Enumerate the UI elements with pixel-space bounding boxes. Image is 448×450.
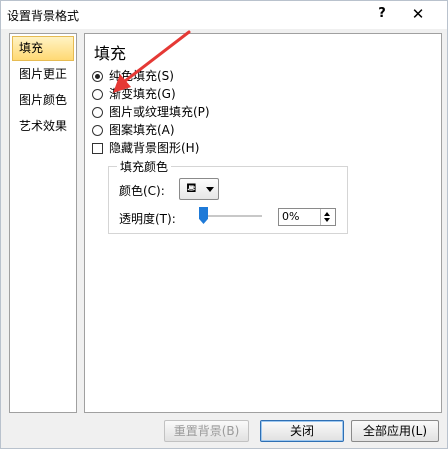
reset-background-button[interactable]: 重置背景(B)	[164, 420, 249, 442]
sidebar-item-picture-corrections[interactable]: 图片更正	[12, 62, 74, 87]
close-icon[interactable]: ✕	[407, 4, 429, 24]
sidebar-item-label: 图片颜色	[19, 93, 68, 107]
help-button[interactable]: ?	[371, 4, 393, 24]
apply-to-all-button[interactable]: 全部应用(L)	[351, 420, 439, 442]
sidebar-item-artistic-effects[interactable]: 艺术效果	[12, 114, 74, 139]
sidebar-item-picture-color[interactable]: 图片颜色	[12, 88, 74, 113]
hide-background-graphics-checkbox[interactable]	[92, 143, 103, 154]
fill-color-legend: 填充颜色	[117, 158, 172, 175]
spin-down-icon[interactable]	[324, 218, 330, 222]
picture-texture-fill-option[interactable]: 图片或纹理填充(P)	[92, 104, 210, 120]
radio-solid-fill[interactable]	[92, 71, 103, 82]
radio-gradient-fill[interactable]	[92, 89, 103, 100]
radio-pattern-fill[interactable]	[92, 125, 103, 136]
gradient-fill-label: 渐变填充(G)	[109, 87, 176, 101]
hide-background-graphics-label: 隐藏背景图形(H)	[109, 141, 200, 155]
spin-up-icon[interactable]	[324, 212, 330, 216]
spinner-buttons	[320, 209, 335, 225]
solid-fill-option[interactable]: 纯色填充(S)	[92, 68, 174, 84]
category-sidebar: 填充 图片更正 图片颜色 艺术效果	[9, 33, 77, 413]
fill-panel: 填充 纯色填充(S) 渐变填充(G) 图片或纹理填充(P) 图案填充(A) 隐藏…	[84, 33, 442, 413]
sidebar-item-label: 图片更正	[19, 67, 68, 81]
sidebar-item-label: 艺术效果	[19, 119, 68, 133]
paint-bucket-icon: ⛾	[186, 181, 197, 196]
hide-background-graphics-option[interactable]: 隐藏背景图形(H)	[92, 140, 199, 156]
color-picker-button[interactable]: ⛾	[179, 178, 219, 200]
section-title: 填充	[94, 44, 127, 63]
sidebar-item-fill[interactable]: 填充	[12, 36, 74, 61]
transparency-label: 透明度(T):	[119, 212, 176, 226]
radio-picture-texture-fill[interactable]	[92, 107, 103, 118]
pattern-fill-option[interactable]: 图案填充(A)	[92, 122, 175, 138]
color-label: 颜色(C):	[119, 184, 165, 198]
pattern-fill-label: 图案填充(A)	[109, 123, 175, 137]
transparency-slider-track[interactable]	[202, 215, 262, 218]
chevron-down-icon	[206, 187, 214, 192]
picture-texture-fill-label: 图片或纹理填充(P)	[109, 105, 210, 119]
gradient-fill-option[interactable]: 渐变填充(G)	[92, 86, 176, 102]
title-bar: 设置背景格式 ? ✕	[1, 1, 447, 29]
solid-fill-label: 纯色填充(S)	[109, 69, 174, 83]
sidebar-item-label: 填充	[19, 41, 44, 55]
transparency-value[interactable]: 0%	[282, 210, 299, 223]
close-button[interactable]: 关闭	[260, 420, 344, 442]
format-background-dialog: 设置背景格式 ? ✕ 填充 图片更正 图片颜色 艺术效果 填充 纯色填充(S) …	[0, 0, 448, 449]
transparency-spinner[interactable]: 0%	[278, 208, 336, 226]
window-title: 设置背景格式	[7, 9, 80, 23]
